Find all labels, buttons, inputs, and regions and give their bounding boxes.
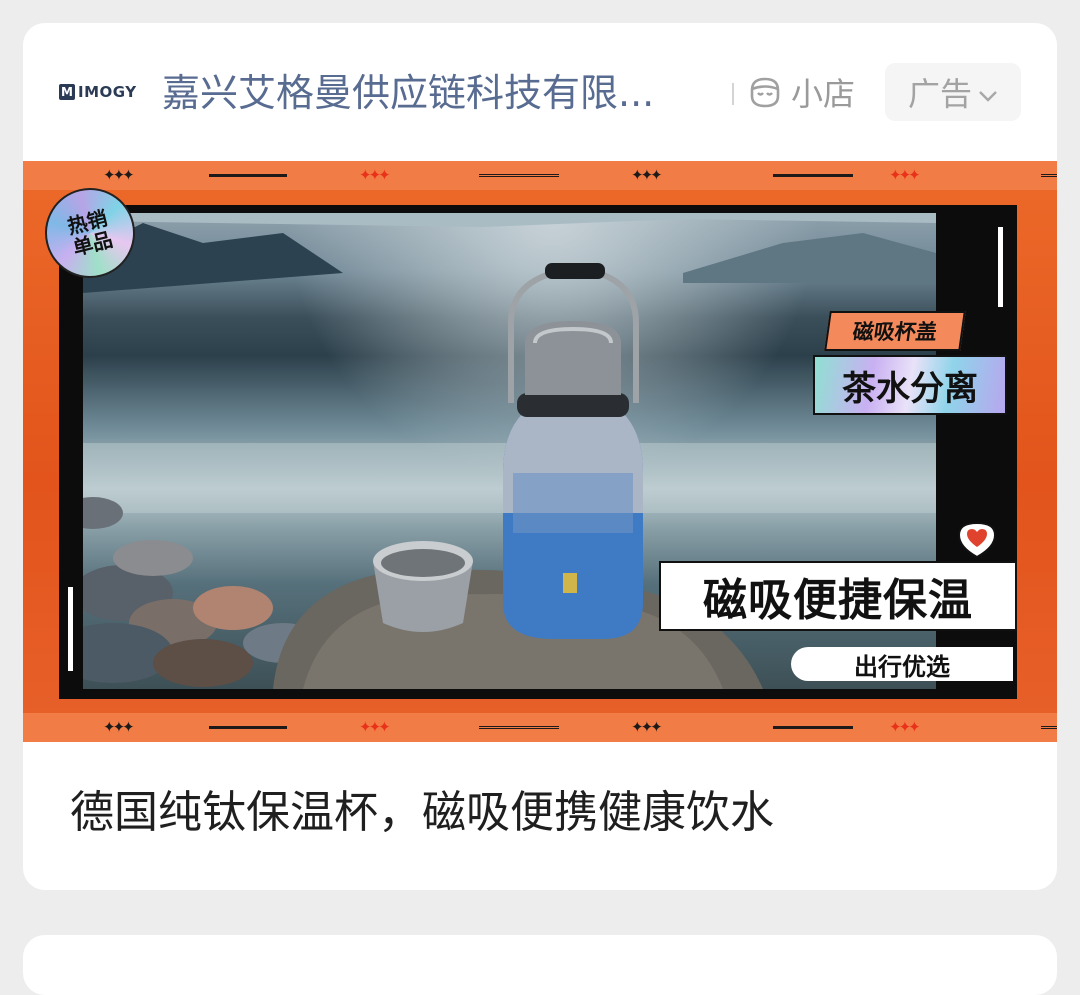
dash-decoration: [1041, 726, 1057, 729]
ad-caption[interactable]: 德国纯钛保温杯，磁吸便携健康饮水: [70, 780, 1010, 846]
next-feed-card[interactable]: [23, 935, 1057, 995]
ad-banner-image[interactable]: ✦✦✦ ✦✦✦ ✦✦✦ ✦✦✦ 热销 单品 磁吸杯盖 茶水分离 磁吸便捷保温 出…: [23, 161, 1057, 742]
merchant-name[interactable]: 嘉兴艾格曼供应链科技有限...: [162, 65, 717, 121]
ad-header: M IMOGY 嘉兴艾格曼供应链科技有限... 小店 广告: [23, 23, 1057, 161]
star-decoration: ✦✦✦: [889, 718, 921, 736]
tag-travel: 出行优选: [791, 647, 1013, 681]
dash-decoration: [773, 726, 853, 729]
dash-decoration: [1041, 174, 1057, 177]
white-bar-decoration: [68, 587, 73, 671]
shop-label: 小店: [791, 75, 856, 113]
left-accent: [23, 213, 83, 689]
divider: [732, 83, 734, 105]
star-decoration: ✦✦✦: [359, 166, 391, 184]
white-bar-decoration: [998, 227, 1003, 307]
tag-headline: 磁吸便捷保温: [659, 561, 1017, 631]
shop-face-icon: [747, 74, 783, 110]
ad-menu-button[interactable]: 广告: [885, 63, 1021, 121]
star-decoration: ✦✦✦: [631, 718, 663, 736]
ad-card[interactable]: M IMOGY 嘉兴艾格曼供应链科技有限... 小店 广告 ✦✦✦ ✦✦✦ ✦✦…: [23, 23, 1057, 890]
dash-decoration: [479, 174, 559, 177]
star-decoration: ✦✦✦: [631, 166, 663, 184]
heart-icon: [957, 521, 997, 559]
dash-decoration: [209, 174, 287, 177]
chevron-down-icon: [978, 73, 998, 111]
dash-decoration: [209, 726, 287, 729]
dash-decoration: [773, 174, 853, 177]
shop-link[interactable]: 小店: [747, 69, 855, 115]
tag-tea-separation: 茶水分离: [813, 355, 1007, 415]
star-decoration: ✦✦✦: [103, 718, 135, 736]
ad-label: 广告: [907, 75, 972, 113]
brand-logo-text: IMOGY: [78, 83, 137, 101]
banner-top-strip: ✦✦✦ ✦✦✦ ✦✦✦ ✦✦✦: [23, 161, 1057, 190]
star-decoration: ✦✦✦: [889, 166, 921, 184]
imogy-logo-icon: M: [59, 84, 75, 100]
star-decoration: ✦✦✦: [103, 166, 135, 184]
tag-magnetic-lid: 磁吸杯盖: [824, 311, 966, 351]
banner-bottom-strip: ✦✦✦ ✦✦✦ ✦✦✦ ✦✦✦: [23, 713, 1057, 742]
star-decoration: ✦✦✦: [359, 718, 391, 736]
brand-logo[interactable]: M IMOGY: [59, 81, 137, 103]
dash-decoration: [479, 726, 559, 729]
